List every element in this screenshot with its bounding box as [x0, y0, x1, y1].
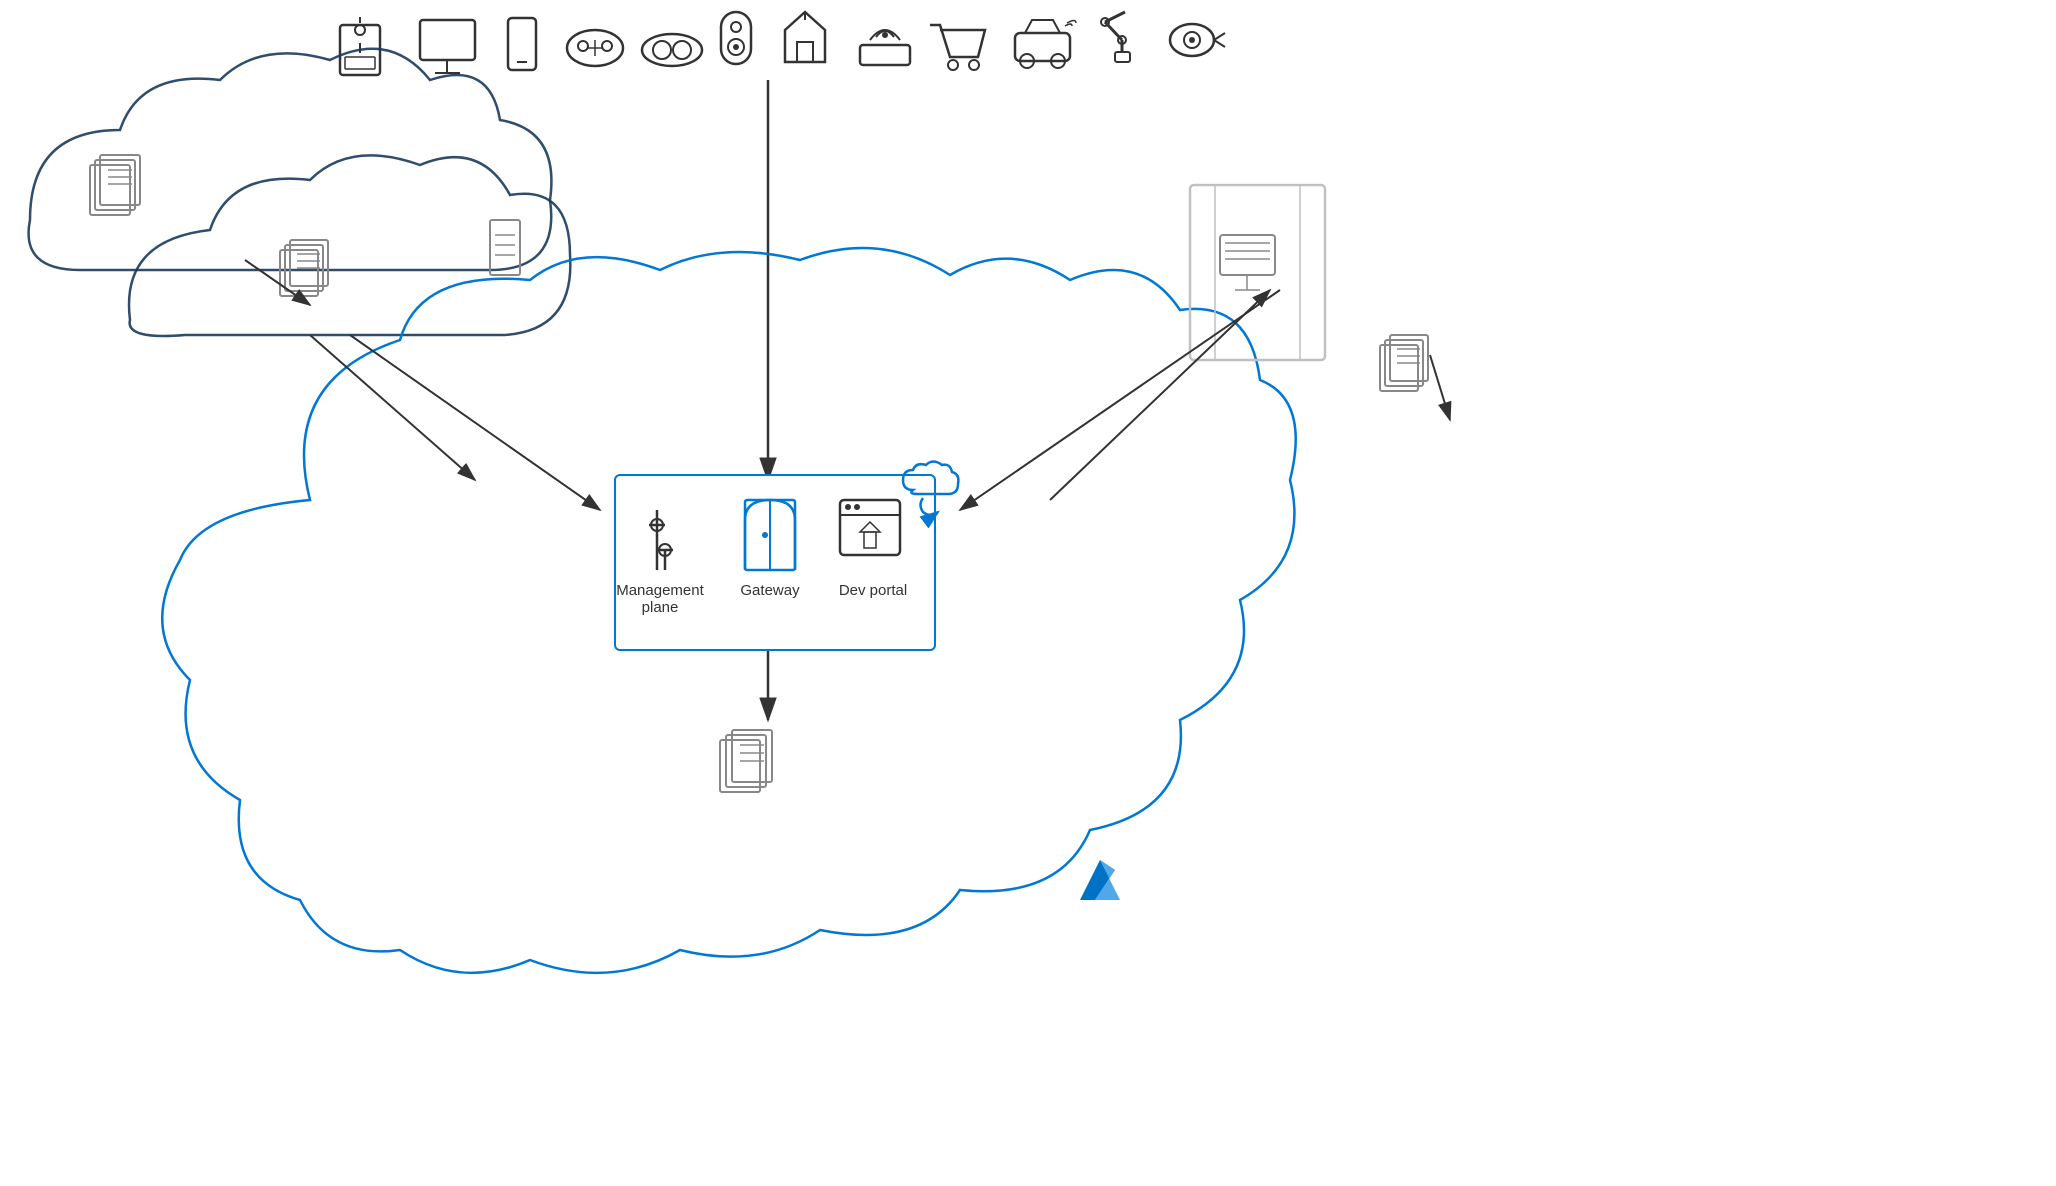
touch-screen-icon — [340, 17, 380, 75]
apim-box: Management plane Gateway Dev p — [615, 475, 935, 650]
azure-logo — [1080, 860, 1120, 900]
document-stack-right — [1380, 335, 1428, 391]
document-stack-bottom — [720, 730, 772, 792]
wifi-router-icon — [860, 30, 910, 65]
vr-headset-icon — [642, 34, 702, 66]
smart-home-icon — [785, 12, 825, 62]
monitor-icon — [420, 20, 475, 73]
shopping-cart-icon — [930, 25, 985, 70]
gateway-label: Gateway — [740, 582, 800, 599]
dev-portal-label: Dev portal — [839, 582, 907, 599]
security-camera-icon — [1170, 24, 1225, 56]
server-rack — [1190, 185, 1325, 360]
gamepad-icon — [567, 30, 623, 66]
robot-arm-icon — [1101, 12, 1130, 62]
speaker-icon — [721, 12, 751, 64]
mobile-icon — [508, 18, 536, 70]
cloud-middle-dark — [129, 155, 570, 336]
diagram-container: Management plane Gateway Dev p — [0, 0, 2056, 1186]
management-plane-label2: plane — [642, 599, 679, 616]
management-plane-label: Management — [616, 582, 704, 599]
connected-car-icon — [1015, 20, 1076, 68]
